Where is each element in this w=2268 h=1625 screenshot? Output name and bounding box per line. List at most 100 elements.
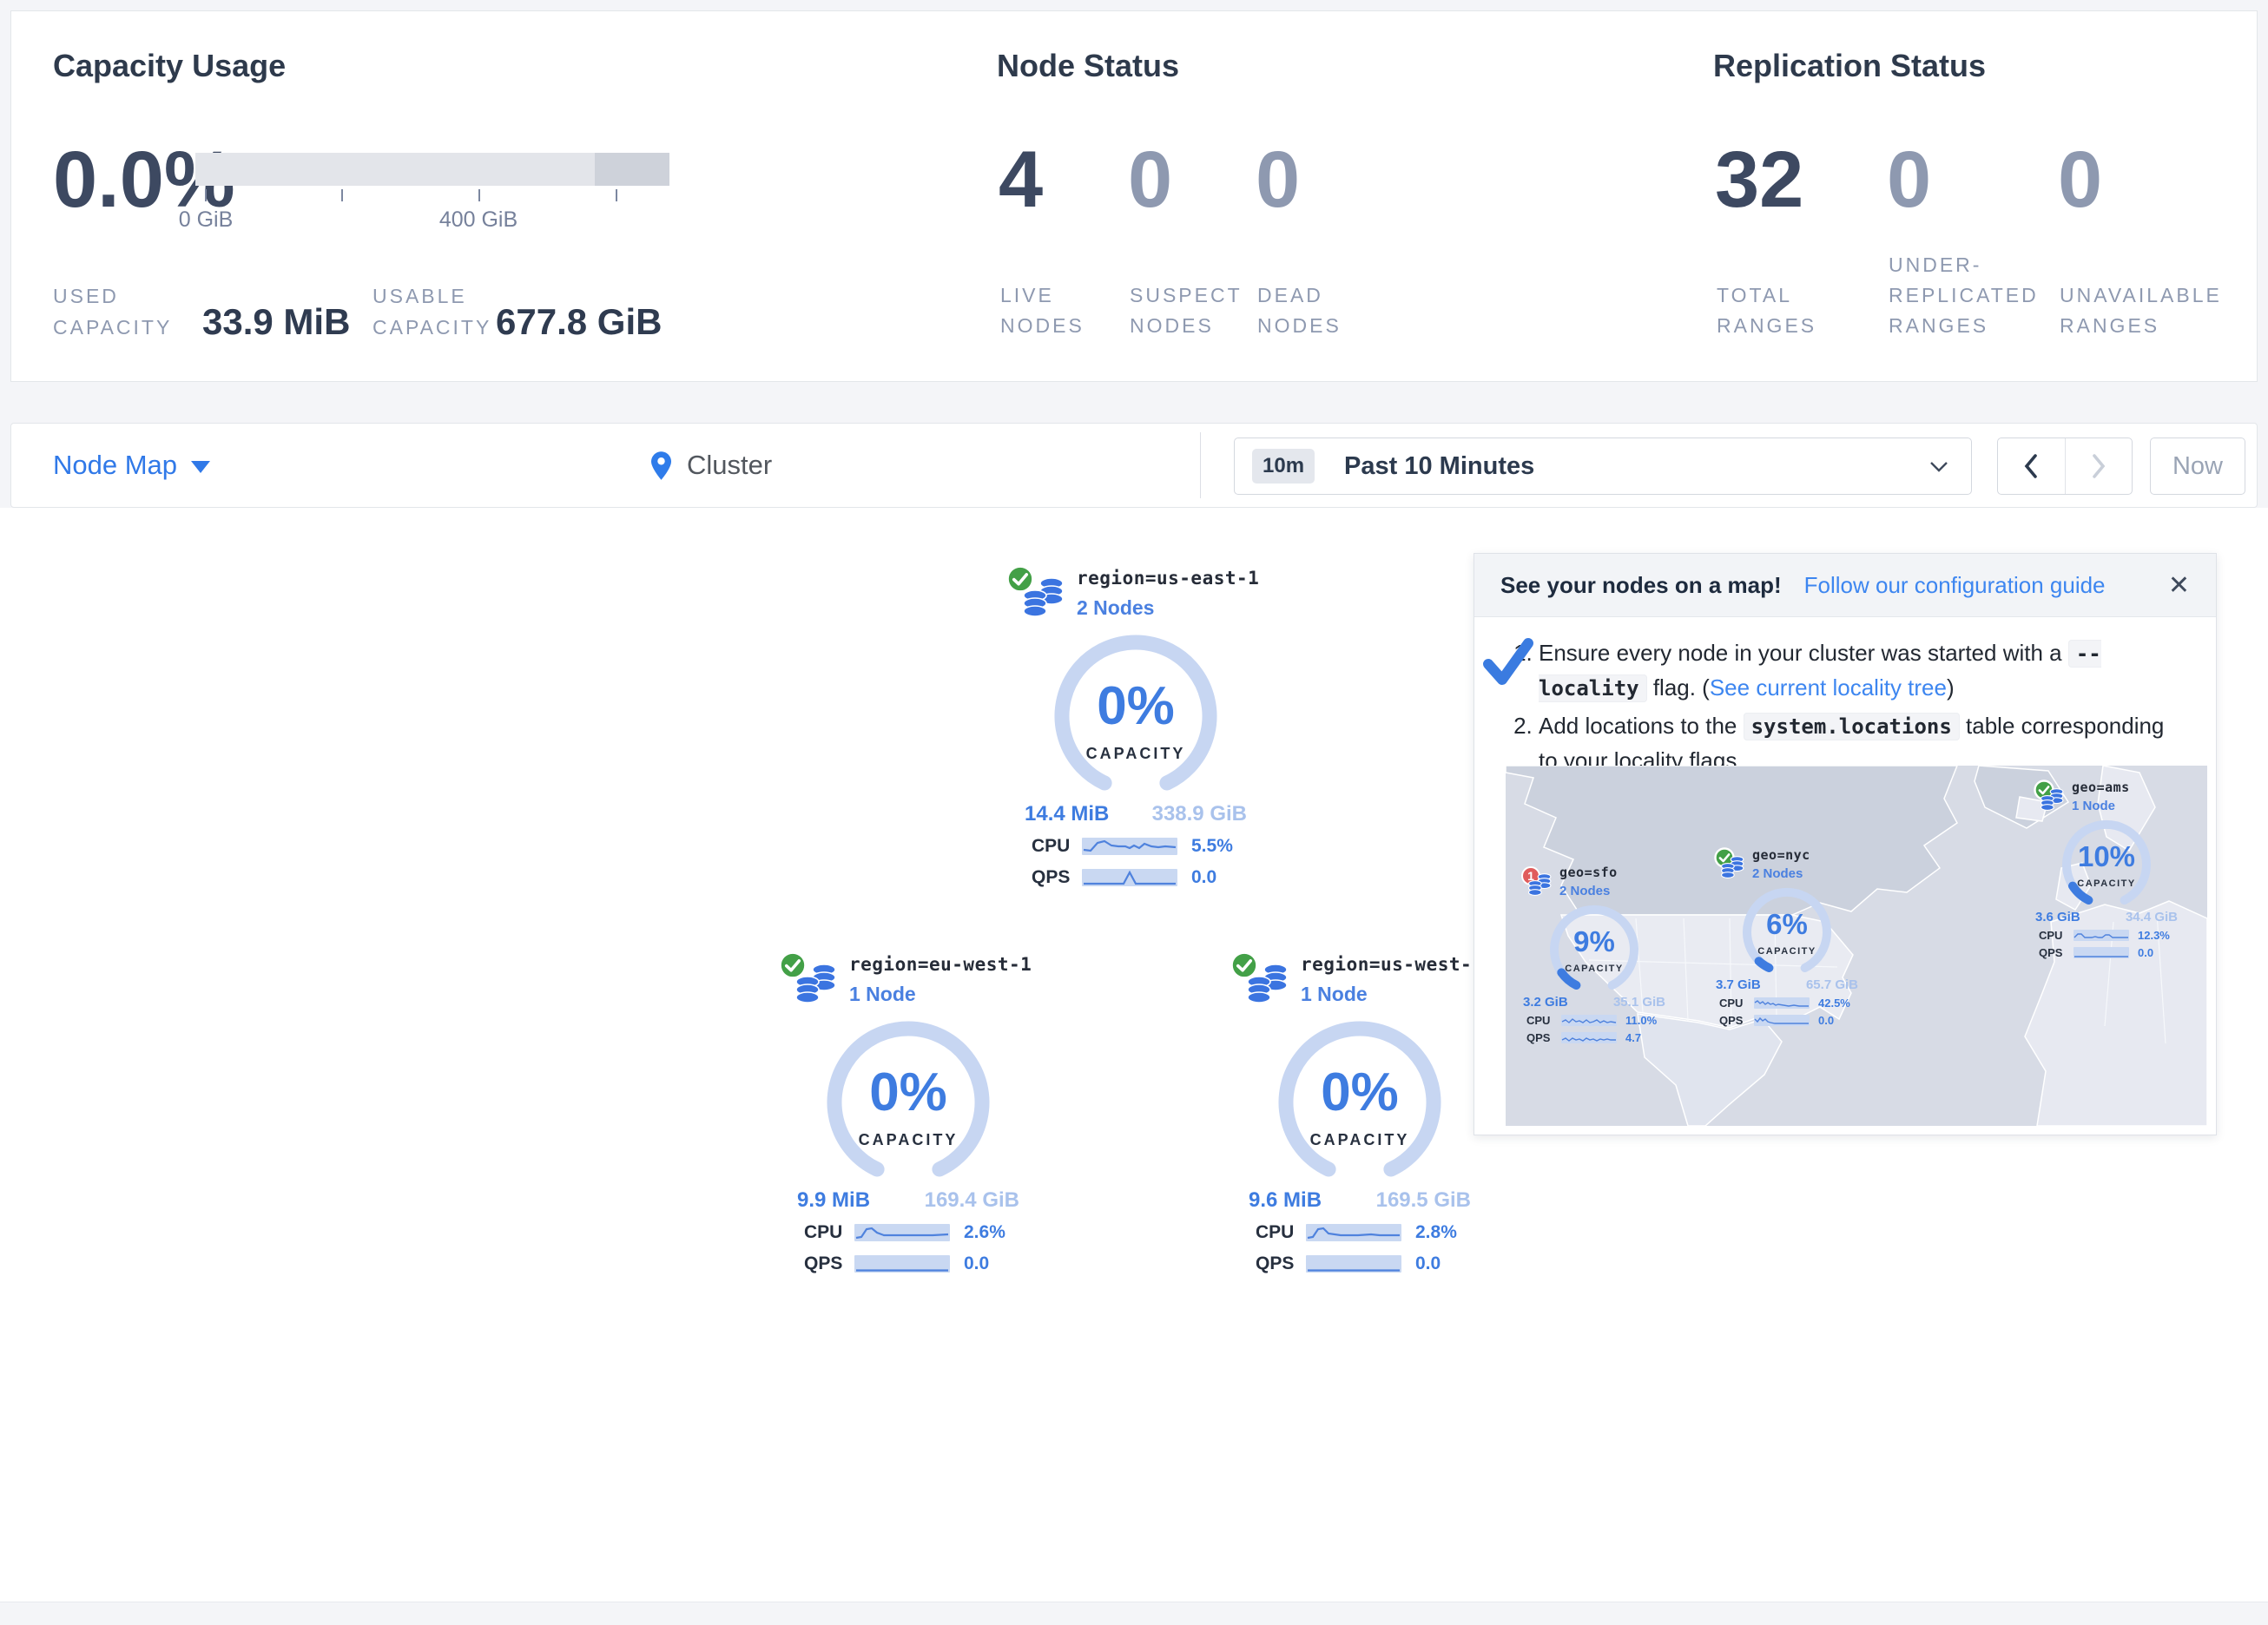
now-button[interactable]: Now <box>2150 438 2245 495</box>
node-total-capacity: 35.1 GiB <box>1613 995 1665 1010</box>
node-status-title: Node Status <box>997 48 1179 84</box>
configuration-guide-link[interactable]: Follow our configuration guide <box>1804 572 2106 599</box>
capacity-bar-segment <box>595 153 669 186</box>
database-nodes-icon <box>1721 854 1744 880</box>
node-map-canvas: region=us-east-1 2 Nodes 0% CAPACITY 14.… <box>0 508 2268 1602</box>
usable-capacity-label: USABLE CAPACITY <box>373 280 491 343</box>
help-panel-header: See your nodes on a map! Follow our conf… <box>1474 554 2216 617</box>
node-total-capacity: 34.4 GiB <box>2126 910 2178 924</box>
view-selector-dropdown[interactable]: Node Map <box>53 424 210 507</box>
system-locations-code: system.locations <box>1744 713 1960 740</box>
capacity-gauge: 0% CAPACITY <box>1045 634 1227 795</box>
qps-sparkline <box>854 1255 950 1273</box>
node-used-capacity: 3.6 GiB <box>2035 910 2080 924</box>
locality-tree-link[interactable]: See current locality tree <box>1710 674 1947 701</box>
gauge-capacity-label: CAPACITY <box>2054 878 2159 889</box>
time-range-label: Past 10 Minutes <box>1344 452 1534 481</box>
now-button-label: Now <box>2172 452 2223 481</box>
node-region-us-east-1[interactable]: region=us-east-1 2 Nodes 0% CAPACITY 14.… <box>1005 564 1266 889</box>
blue-check-icon <box>1481 636 1535 688</box>
cpu-label: CPU <box>1719 997 1754 1010</box>
suspect-nodes-label: SUSPECT NODES <box>1130 280 1243 341</box>
breadcrumb[interactable]: Cluster <box>651 424 772 507</box>
unavailable-count: 0 <box>2058 140 2102 220</box>
cpu-value: 2.6% <box>964 1222 1005 1243</box>
gauge-capacity-label: CAPACITY <box>1269 1131 1451 1149</box>
node-count-label: 2 Nodes <box>1559 884 1618 898</box>
caret-down-icon <box>191 461 210 473</box>
map-node-geo-sfo: 1 geo=sfo 2 Nodes 9% CAPACITY <box>1521 863 1667 1044</box>
node-used-capacity: 9.9 MiB <box>797 1188 870 1213</box>
node-count-link[interactable]: 1 Node <box>1301 983 1483 1006</box>
node-used-capacity: 3.2 GiB <box>1523 995 1568 1010</box>
database-nodes-icon <box>2041 786 2064 812</box>
under-replicated-count: 0 <box>1887 140 1931 220</box>
used-capacity-value: 33.9 MiB <box>202 301 350 343</box>
time-forward-button[interactable] <box>2065 438 2133 494</box>
cpu-label: CPU <box>1032 836 1082 857</box>
cpu-sparkline <box>1561 1015 1617 1026</box>
time-range-selector[interactable]: 10m Past 10 Minutes <box>1234 438 1972 495</box>
step-text: Ensure every node in your cluster was st… <box>1539 640 2068 666</box>
node-total-capacity: 65.7 GiB <box>1806 977 1858 992</box>
qps-label: QPS <box>1256 1253 1306 1274</box>
live-nodes-label: LIVE NODES <box>1000 280 1085 341</box>
cpu-value: 11.0% <box>1625 1014 1657 1027</box>
time-back-button[interactable] <box>1998 438 2065 494</box>
used-capacity-label: USED CAPACITY <box>53 280 172 343</box>
database-nodes-icon <box>1023 575 1065 620</box>
capacity-gauge: 9% CAPACITY <box>1541 903 1647 993</box>
node-count-link[interactable]: 1 Node <box>849 983 1032 1006</box>
view-selector-label: Node Map <box>53 450 177 481</box>
node-total-capacity: 169.5 GiB <box>1376 1188 1471 1213</box>
chevron-right-icon <box>2092 454 2106 478</box>
chevron-down-icon <box>1929 461 1948 472</box>
capacity-bar <box>195 153 669 186</box>
qps-sparkline <box>1306 1255 1401 1273</box>
cpu-label: CPU <box>804 1222 854 1243</box>
qps-label: QPS <box>804 1253 854 1274</box>
toolbar-divider <box>1200 432 1201 498</box>
node-map-help-panel: See your nodes on a map! Follow our conf… <box>1474 553 2217 1135</box>
gauge-percent: 9% <box>1541 925 1647 958</box>
node-locality-label: region=us-east-1 <box>1077 568 1259 589</box>
cpu-value: 12.3% <box>2138 929 2170 942</box>
gauge-percent: 10% <box>2054 840 2159 873</box>
qps-sparkline <box>1082 869 1177 886</box>
gauge-capacity-label: CAPACITY <box>1541 964 1647 974</box>
suspect-nodes-count: 0 <box>1128 140 1172 220</box>
help-panel-title: See your nodes on a map! <box>1500 572 1782 599</box>
view-toolbar: Node Map Cluster 10m Past 10 Minutes Now <box>10 423 2258 508</box>
map-node-geo-ams: geo=ams 1 Node 10% CAPACITY 3.6 GiB 34.4… <box>2034 778 2179 959</box>
node-count-link[interactable]: 2 Nodes <box>1077 596 1259 620</box>
close-icon[interactable]: ✕ <box>2168 570 2190 601</box>
gauge-percent: 0% <box>1269 1062 1451 1123</box>
node-region-us-west-1[interactable]: region=us-west-1 1 Node 0% CAPACITY 9.6 … <box>1230 951 1490 1275</box>
qps-label: QPS <box>1719 1014 1754 1027</box>
cpu-sparkline <box>2074 930 2129 941</box>
capacity-gauge: 0% CAPACITY <box>817 1020 999 1181</box>
capacity-usage-title: Capacity Usage <box>53 48 286 84</box>
node-region-eu-west-1[interactable]: region=eu-west-1 1 Node 0% CAPACITY 9.9 … <box>778 951 1038 1275</box>
qps-sparkline <box>1561 1032 1617 1043</box>
dead-nodes-label: DEAD NODES <box>1257 280 1342 341</box>
example-map-image: 1 geo=sfo 2 Nodes 9% CAPACITY <box>1506 766 2207 1126</box>
cpu-sparkline <box>1082 838 1177 855</box>
qps-value: 0.0 <box>1191 867 1216 888</box>
cpu-sparkline <box>1754 997 1810 1009</box>
help-panel-steps: Ensure every node in your cluster was st… <box>1474 617 2216 778</box>
database-nodes-icon <box>795 961 837 1006</box>
gauge-capacity-label: CAPACITY <box>1734 946 1840 957</box>
cpu-sparkline <box>1306 1224 1401 1241</box>
chevron-left-icon <box>2024 454 2038 478</box>
time-step-buttons <box>1997 438 2133 495</box>
database-nodes-icon <box>1247 961 1289 1006</box>
help-step-1: Ensure every node in your cluster was st… <box>1539 636 2181 706</box>
dead-nodes-count: 0 <box>1256 140 1300 220</box>
node-used-capacity: 3.7 GiB <box>1716 977 1761 992</box>
usable-capacity-value: 677.8 GiB <box>496 301 662 343</box>
location-pin-icon <box>651 451 671 480</box>
cpu-sparkline <box>854 1224 950 1241</box>
gauge-capacity-label: CAPACITY <box>1045 745 1227 763</box>
axis-tick-label: 400 GiB <box>439 207 518 233</box>
